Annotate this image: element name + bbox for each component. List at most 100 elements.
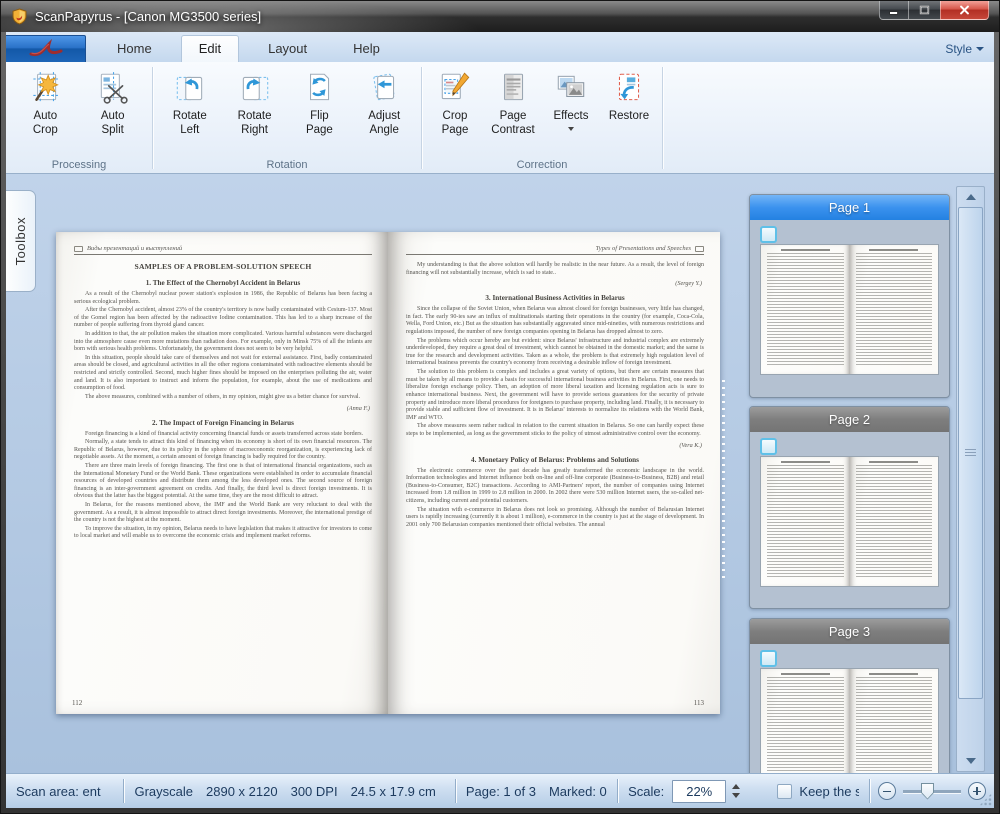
ribbon-group-separator <box>662 67 663 169</box>
scrollbar-thumb[interactable] <box>958 207 983 699</box>
spinner-up-button[interactable] <box>732 784 740 789</box>
main-workspace: Toolbox Виды презентаций и выступлений S… <box>6 174 994 773</box>
rotate-right-icon <box>237 69 273 107</box>
adjust-angle-label-2: Angle <box>369 124 398 136</box>
page-contrast-label-1: Page <box>500 110 527 122</box>
page-1-thumbnail-image <box>760 244 939 375</box>
maximize-button[interactable] <box>909 1 940 20</box>
toolbox-label: Toolbox <box>13 217 28 265</box>
scale-input[interactable]: 22% <box>672 780 726 803</box>
flip-page-label-2: Page <box>306 124 333 136</box>
window-title: ScanPapyrus - [Canon MG3500 series] <box>35 9 261 24</box>
rotate-right-label-1: Rotate <box>238 110 272 122</box>
rotate-left-label-1: Rotate <box>173 110 207 122</box>
author-signature: (Vera K.) <box>406 442 702 449</box>
crop-page-button[interactable]: Crop Page <box>426 67 484 138</box>
scanned-left-page: Виды презентаций и выступлений SAMPLES O… <box>56 232 388 714</box>
scan-area-status: Scan area: ent <box>16 784 101 799</box>
style-menu-button[interactable]: Style <box>945 42 984 56</box>
scanned-right-page: Types of Presentations and Speeches My u… <box>388 232 720 714</box>
zoom-in-button[interactable] <box>968 782 986 800</box>
page-3-thumbnail[interactable]: Page 3 <box>749 618 950 773</box>
scrollbar-grip-icon <box>965 449 976 456</box>
flip-page-button[interactable]: Flip Page <box>287 67 351 138</box>
auto-split-label-1: Auto <box>101 110 125 122</box>
body-paragraph: Since the collapse of the Soviet Union, … <box>406 306 704 336</box>
body-paragraph: After the Chernobyl accident, almost 23%… <box>74 307 372 330</box>
ribbon-group-rotation: RotateLeft RotateRight <box>153 62 421 173</box>
page-3-checkbox[interactable] <box>760 650 777 667</box>
ribbon-toolbar: Auto Crop <box>6 62 994 174</box>
chapter-icon <box>74 246 83 252</box>
close-button[interactable] <box>940 1 989 20</box>
title-bar[interactable]: ScanPapyrus - [Canon MG3500 series] <box>1 1 999 32</box>
scrollbar-track[interactable] <box>958 207 983 751</box>
page-2-checkbox[interactable] <box>760 438 777 455</box>
page-2-thumbnail[interactable]: Page 2 <box>749 406 950 609</box>
page-count-status: Page: 1 of 3 <box>466 784 536 799</box>
keep-scale-label: Keep the sc <box>799 784 859 799</box>
plus-icon <box>976 787 978 795</box>
tab-help[interactable]: Help <box>336 36 397 62</box>
thumbnail-scrollbar[interactable] <box>956 186 985 772</box>
crop-page-icon <box>437 69 473 107</box>
adjust-angle-button[interactable]: Adjust Angle <box>352 67 416 138</box>
page-1-checkbox[interactable] <box>760 226 777 243</box>
body-paragraph: In Belarus, for the reasons mentioned ab… <box>74 502 372 525</box>
page-3-thumbnail-image <box>760 668 939 773</box>
zoom-control <box>870 782 994 800</box>
zoom-slider-track[interactable] <box>903 790 961 793</box>
page-2-header[interactable]: Page 2 <box>750 407 949 432</box>
arrow-down-icon <box>966 758 976 764</box>
rotate-right-button[interactable]: RotateRight <box>223 67 287 138</box>
zoom-out-button[interactable] <box>878 782 896 800</box>
group-label-processing: Processing <box>6 159 152 171</box>
page-number-left: 112 <box>72 699 82 707</box>
scale-label: Scale: <box>628 784 664 799</box>
application-menu-button[interactable] <box>6 35 86 62</box>
zoom-slider-thumb[interactable] <box>921 783 934 800</box>
body-paragraph: The above measures, combined with a numb… <box>74 394 372 402</box>
auto-split-label-2: Split <box>101 124 123 136</box>
body-paragraph: The electronic commerce over the past de… <box>406 468 704 506</box>
effects-button[interactable]: Effects <box>542 67 600 131</box>
page-1-thumbnail[interactable]: Page 1 <box>749 194 950 398</box>
scanned-page-preview[interactable]: Виды презентаций и выступлений SAMPLES O… <box>56 232 720 714</box>
page-contrast-icon <box>495 69 531 107</box>
body-paragraph: As a result of the Chernobyl nuclear pow… <box>74 291 372 306</box>
body-paragraph: My understanding is that the above solut… <box>406 262 704 277</box>
toolbox-tab[interactable]: Toolbox <box>6 190 36 292</box>
arrow-up-icon <box>966 194 976 200</box>
crop-page-label-2: Page <box>442 124 469 136</box>
auto-crop-icon <box>27 69 63 107</box>
auto-split-button[interactable]: Auto Split <box>81 67 145 138</box>
section-3-heading: 3. International Business Activities in … <box>406 294 704 302</box>
rotate-left-button[interactable]: RotateLeft <box>158 67 222 138</box>
scanpapyrus-swoosh-icon <box>23 39 69 59</box>
crop-page-label-1: Crop <box>443 110 468 122</box>
flip-page-icon <box>301 69 337 107</box>
page-contrast-button[interactable]: Page Contrast <box>484 67 542 138</box>
author-signature: (Sergey Y.) <box>406 280 702 287</box>
restore-button[interactable]: Restore <box>600 67 658 124</box>
flip-page-label-1: Flip <box>310 110 329 122</box>
scroll-down-button[interactable] <box>957 751 984 771</box>
restore-icon <box>611 69 647 107</box>
keep-scale-checkbox[interactable] <box>777 784 792 799</box>
auto-crop-label-2: Crop <box>33 124 58 136</box>
spinner-down-button[interactable] <box>732 793 740 798</box>
minimize-button[interactable] <box>879 1 909 20</box>
page-1-header[interactable]: Page 1 <box>750 195 949 220</box>
page-contrast-label-2: Contrast <box>491 124 534 136</box>
tab-layout[interactable]: Layout <box>251 36 324 62</box>
body-paragraph: The situation with e-commerce in Belarus… <box>406 507 704 530</box>
window-body: Home Edit Layout Help Style <box>6 32 994 808</box>
tab-home[interactable]: Home <box>100 36 169 62</box>
tab-edit[interactable]: Edit <box>181 35 239 62</box>
panel-splitter-handle[interactable] <box>722 380 725 582</box>
auto-crop-button[interactable]: AutoCrop <box>13 67 77 138</box>
app-window: ScanPapyrus - [Canon MG3500 series] Home <box>0 0 1000 814</box>
page-3-header[interactable]: Page 3 <box>750 619 949 644</box>
adjust-angle-label-1: Adjust <box>368 110 400 122</box>
scroll-up-button[interactable] <box>957 187 984 207</box>
